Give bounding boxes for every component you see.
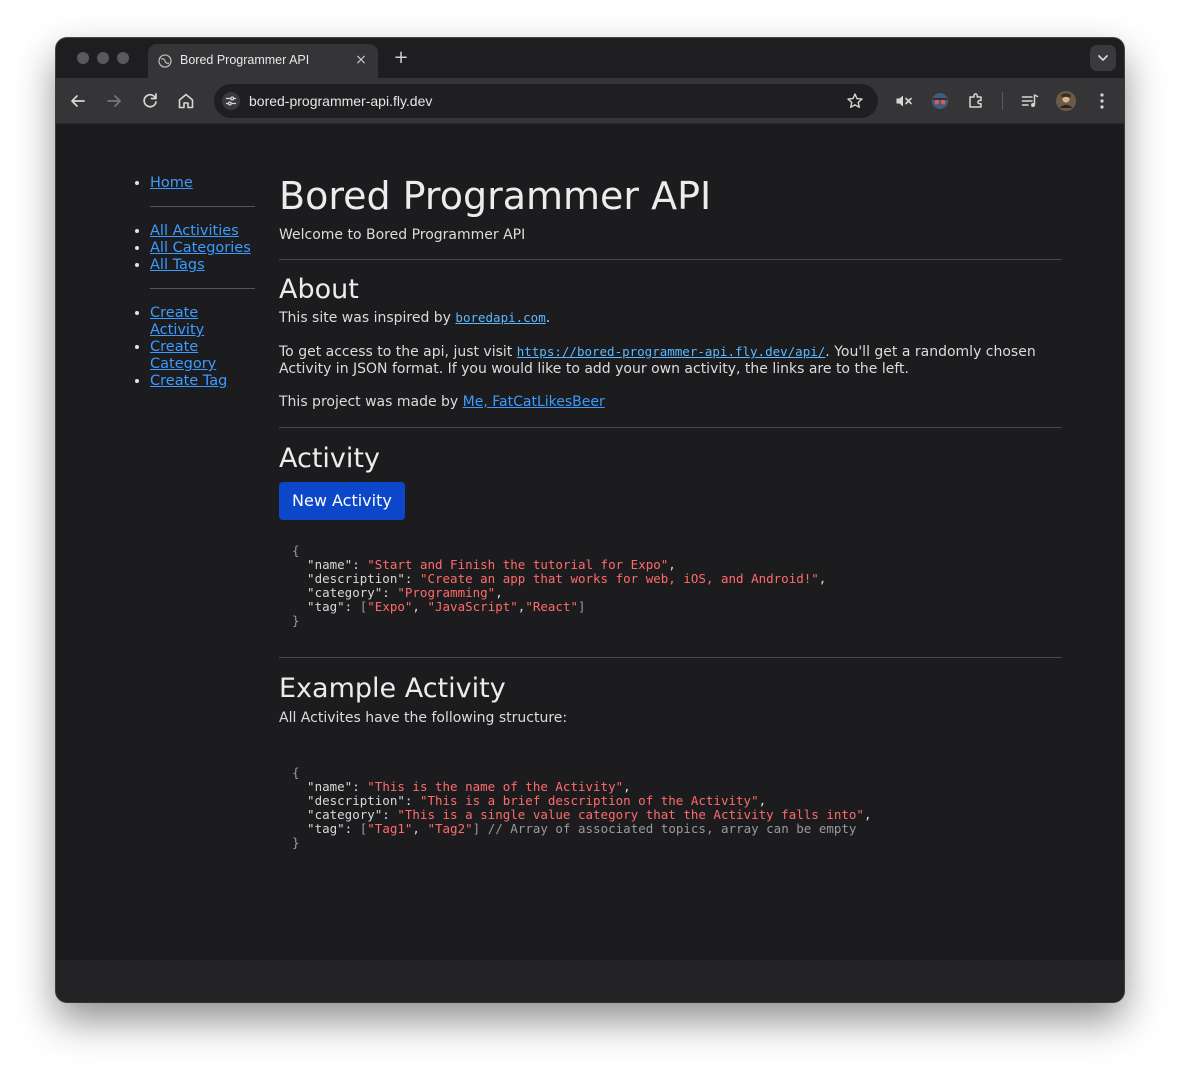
close-window-button[interactable] — [77, 52, 89, 64]
globe-icon — [158, 54, 172, 68]
all-tags-link[interactable]: All Tags — [150, 257, 205, 273]
extensions-icon[interactable] — [965, 90, 987, 112]
profile-avatar-icon[interactable] — [1055, 90, 1077, 112]
browser-toolbar: bored-programmer-api.fly.dev — [56, 78, 1124, 124]
mute-icon[interactable] — [893, 90, 915, 112]
sidebar-item-all-activities: All Activities — [150, 223, 255, 240]
example-tag-value: "Tag1" — [367, 821, 413, 836]
example-name-value: "This is the name of the Activity" — [367, 779, 624, 794]
activity-description-value: "Create an app that works for web, iOS, … — [419, 571, 819, 586]
boredapi-link[interactable]: boredapi.com — [455, 310, 545, 325]
web-page: Home All Activities All Categories All T… — [56, 124, 1124, 960]
create-category-link[interactable]: Create Category — [150, 339, 216, 372]
create-activity-link[interactable]: Create Activity — [150, 305, 204, 338]
browser-window: Bored Programmer API × + bored-programme… — [56, 38, 1124, 1002]
about-heading: About — [279, 274, 359, 305]
minimize-window-button[interactable] — [97, 52, 109, 64]
section-divider — [279, 259, 1062, 260]
activity-heading: Activity — [279, 443, 380, 474]
about-access-text: To get access to the api, just visit htt… — [279, 343, 1062, 378]
back-icon[interactable] — [67, 90, 89, 112]
url-text: bored-programmer-api.fly.dev — [249, 93, 433, 109]
activity-tag-value: "React" — [525, 599, 579, 614]
tab-title: Bored Programmer API — [180, 53, 310, 67]
example-tag-value: "Tag2" — [427, 821, 473, 836]
main-content: Bored Programmer API Welcome to Bored Pr… — [279, 174, 1062, 850]
menu-icon[interactable] — [1091, 90, 1113, 112]
new-activity-wrap: New Activity — [279, 482, 1062, 520]
tab-search-button[interactable] — [1090, 45, 1116, 71]
sidebar-divider — [150, 288, 255, 289]
tab-close-icon[interactable]: × — [352, 51, 370, 69]
sidebar-item-create-tag: Create Tag — [150, 373, 255, 390]
forward-icon[interactable] — [103, 90, 125, 112]
author-prefix: This project was made by — [279, 394, 463, 410]
new-tab-button[interactable]: + — [390, 47, 412, 69]
sidebar-item-all-categories: All Categories — [150, 240, 255, 257]
inspired-prefix: This site was inspired by — [279, 310, 456, 326]
section-divider — [279, 427, 1062, 428]
activity-json: { "name": "Start and Finish the tutorial… — [292, 543, 827, 628]
site-info-icon[interactable] — [222, 92, 240, 110]
access-prefix: To get access to the api, just visit — [279, 344, 517, 360]
spy-extension-icon[interactable] — [929, 90, 951, 112]
chevron-down-icon — [1098, 55, 1108, 61]
toolbar-separator — [1002, 92, 1003, 110]
example-intro: All Activites have the following structu… — [279, 710, 568, 726]
sidebar-item-create-category: Create Category — [150, 339, 255, 373]
activity-category-value: "Programming" — [397, 585, 496, 600]
address-bar[interactable]: bored-programmer-api.fly.dev — [214, 84, 878, 118]
sidebar-item-home: Home — [150, 175, 255, 192]
sidebar-item-create-activity: Create Activity — [150, 305, 255, 339]
bookmark-star-icon[interactable] — [846, 92, 864, 110]
all-activities-link[interactable]: All Activities — [150, 223, 239, 239]
home-icon[interactable] — [175, 90, 197, 112]
create-tag-link[interactable]: Create Tag — [150, 373, 227, 389]
page-title: Bored Programmer API — [279, 174, 712, 218]
sidebar-item-all-tags: All Tags — [150, 257, 255, 274]
media-icon[interactable] — [1019, 90, 1041, 112]
active-tab[interactable]: Bored Programmer API × — [148, 44, 378, 78]
activity-tag-value: "JavaScript" — [427, 599, 518, 614]
example-heading: Example Activity — [279, 673, 506, 704]
home-link[interactable]: Home — [150, 175, 193, 191]
new-activity-button[interactable]: New Activity — [279, 482, 405, 520]
all-categories-link[interactable]: All Categories — [150, 240, 251, 256]
sidebar-divider — [150, 206, 255, 207]
example-comment: // Array of associated topics, array can… — [487, 821, 857, 836]
tab-strip: Bored Programmer API × + — [56, 38, 1124, 78]
status-bar — [56, 960, 1124, 1002]
inspired-suffix: . — [545, 310, 551, 326]
section-divider — [279, 657, 1062, 658]
activity-tag-value: "Expo" — [367, 599, 413, 614]
sidebar-nav: Home All Activities All Categories All T… — [134, 175, 255, 390]
zoom-window-button[interactable] — [117, 52, 129, 64]
example-json: { "name": "This is the name of the Activ… — [292, 765, 872, 850]
about-inspired-text: This site was inspired by boredapi.com. — [279, 309, 1062, 327]
example-category-value: "This is a single value category that th… — [397, 807, 864, 822]
activity-name-value: "Start and Finish the tutorial for Expo" — [367, 557, 669, 572]
author-link[interactable]: Me, FatCatLikesBeer — [463, 394, 605, 410]
reload-icon[interactable] — [139, 90, 161, 112]
about-author-text: This project was made by Me, FatCatLikes… — [279, 394, 1062, 411]
welcome-text: Welcome to Bored Programmer API — [279, 227, 526, 243]
example-description-value: "This is a brief description of the Acti… — [419, 793, 759, 808]
api-url-link[interactable]: https://bored-programmer-api.fly.dev/api… — [517, 344, 826, 359]
